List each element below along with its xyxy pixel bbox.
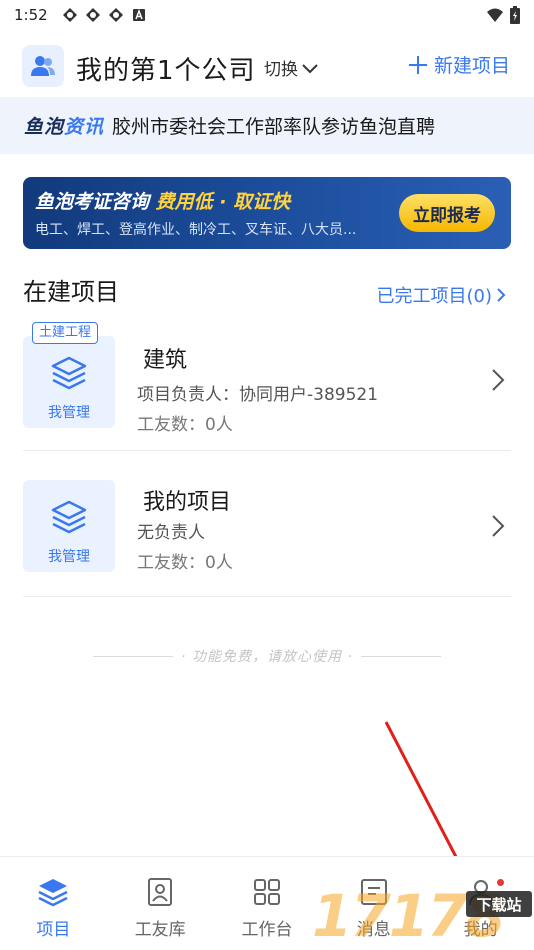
plus-icon — [408, 55, 427, 74]
switch-label: 切换 — [264, 60, 298, 80]
sync-icon — [85, 8, 100, 22]
ad-subtitle: 电工、焊工、登高作业、制冷工、叉车证、八大员... — [35, 222, 357, 238]
nav-item-workers[interactable]: 工友库 — [107, 857, 214, 950]
free-note-text: · 功能免费，请放心使用 · — [181, 649, 353, 665]
nav-label: 项目 — [36, 920, 71, 940]
project-icon: 我管理 — [23, 336, 115, 428]
company-name[interactable]: 我的第1个公司 — [76, 50, 256, 87]
layers-icon — [38, 879, 68, 907]
project-leader: 项目负责人：协同用户-389521 — [137, 385, 379, 405]
nav-label: 工作台 — [241, 920, 293, 940]
watermark-badge: 下载站 — [466, 891, 532, 917]
completed-projects-link[interactable]: 已完工项目(0) — [377, 282, 507, 308]
battery-icon — [510, 6, 520, 24]
section-title: 在建项目 — [23, 278, 119, 306]
news-brand: 鱼泡资讯 — [24, 112, 104, 139]
a-icon — [132, 8, 145, 21]
chevron-down-icon — [302, 63, 318, 73]
new-project-label: 新建项目 — [433, 55, 510, 77]
chevron-right-icon — [492, 369, 505, 391]
nav-item-projects[interactable]: 项目 — [0, 857, 107, 950]
users-icon — [31, 56, 55, 76]
notification-icons — [62, 7, 147, 23]
project-workers: 工友数：0人 — [137, 415, 233, 435]
ad-title: 鱼泡考证咨询 费用低 · 取证快 — [35, 187, 290, 214]
ad-title-main: 鱼泡考证咨询 — [35, 191, 150, 213]
divider — [93, 655, 174, 657]
project-workers: 工友数：0人 — [137, 553, 233, 573]
news-brand-part2: 资讯 — [64, 116, 105, 138]
project-leader: 无负责人 — [137, 523, 205, 543]
news-brand-part1: 鱼泡 — [24, 116, 65, 138]
contacts-icon — [148, 878, 173, 906]
ad-banner[interactable]: 鱼泡考证咨询 费用低 · 取证快 电工、焊工、登高作业、制冷工、叉车证、八大员.… — [23, 177, 511, 249]
news-headline: 胶州市委社会工作部率队参访鱼泡直聘 — [112, 116, 436, 138]
project-tag: 土建工程 — [32, 322, 99, 344]
divider — [360, 655, 441, 657]
free-note: · 功能免费，请放心使用 · — [0, 646, 534, 666]
ad-title-highlight: 费用低 · 取证快 — [155, 191, 291, 213]
project-icon: 我管理 — [23, 480, 115, 572]
wifi-icon — [487, 8, 503, 22]
project-role: 我管理 — [48, 405, 90, 421]
completed-projects-label: 已完工项目(0) — [376, 286, 493, 307]
grid-icon — [253, 879, 280, 905]
status-bar: 1:52 — [0, 0, 534, 30]
nav-label: 工友库 — [134, 920, 186, 940]
project-role: 我管理 — [48, 549, 90, 565]
nav-item-workbench[interactable]: 工作台 — [214, 857, 321, 950]
apply-now-button[interactable]: 立即报考 — [399, 194, 495, 232]
project-row[interactable]: 我管理 我的项目 无负责人 工友数：0人 — [23, 468, 511, 597]
new-project-button[interactable]: 新建项目 — [408, 51, 510, 78]
switch-company-button[interactable]: 切换 — [264, 55, 319, 80]
chevron-right-icon — [492, 515, 505, 537]
header: 我的第1个公司 切换 新建项目 — [0, 40, 534, 96]
project-name: 建筑 — [143, 348, 188, 373]
sync-icon — [62, 8, 77, 22]
status-right-icons — [486, 6, 520, 24]
layers-icon — [51, 500, 87, 534]
status-time: 1:52 — [14, 6, 48, 24]
news-banner[interactable]: 鱼泡资讯 胶州市委社会工作部率队参访鱼泡直聘 — [0, 97, 534, 154]
company-avatar[interactable] — [22, 45, 64, 87]
project-row[interactable]: 我管理 土建工程 建筑 项目负责人：协同用户-389521 工友数：0人 — [23, 322, 511, 451]
sync-icon — [108, 8, 123, 22]
chevron-right-icon — [497, 288, 506, 302]
project-name: 我的项目 — [143, 490, 232, 515]
layers-icon — [51, 356, 87, 390]
